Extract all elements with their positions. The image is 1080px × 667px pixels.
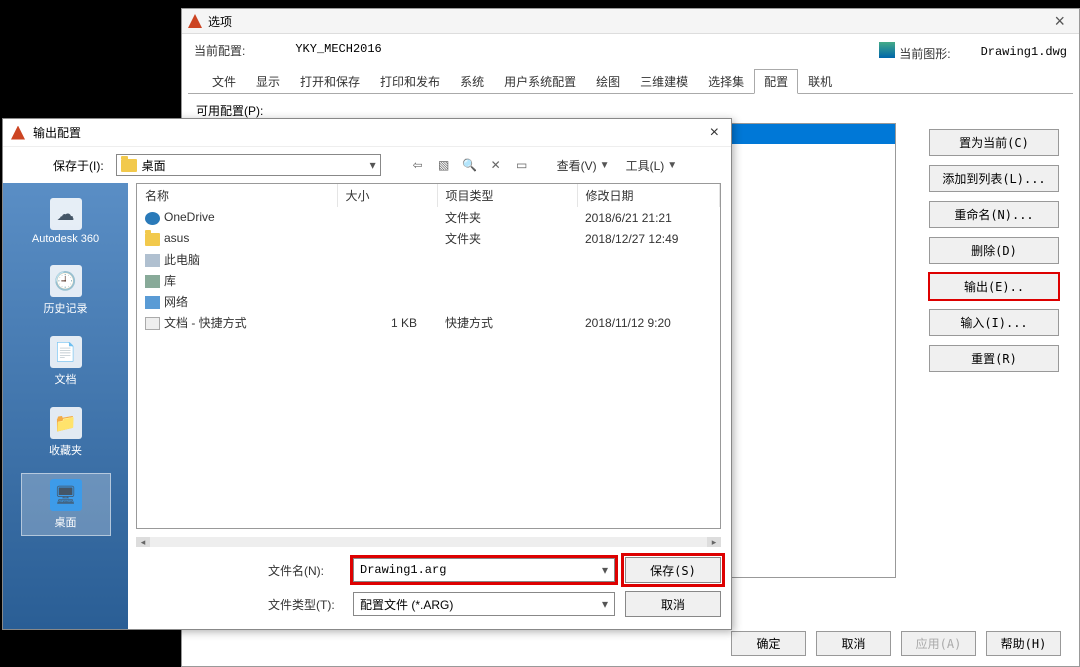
options-footer-buttons: 确定 取消 应用(A) 帮助(H) [731,631,1061,656]
chevron-down-icon: ▾ [602,563,608,577]
sidebar-item-a360[interactable]: ☁Autodesk 360 [21,193,111,250]
sidebar-item-history[interactable]: 🕘历史记录 [21,260,111,321]
export-button[interactable]: 输出(E).. [929,273,1059,300]
tab-system[interactable]: 系统 [450,69,494,94]
autocad-icon [188,14,202,28]
search-web-icon[interactable]: 🔍 [461,156,479,174]
filename-label: 文件名(N): [268,562,343,579]
chevron-down-icon: ▾ [602,597,608,611]
current-drawing-value: Drawing1.dwg [981,45,1067,59]
library-icon [145,275,160,288]
save-title-text: 输出配置 [33,124,81,141]
file-row[interactable]: 此电脑 [137,249,720,270]
current-profile-label: 当前配置: [194,42,245,62]
reset-button[interactable]: 重置(R) [929,345,1059,372]
options-title-text: 选项 [208,13,232,30]
save-in-label: 保存于(I): [53,157,104,174]
new-folder-icon[interactable]: ▭ [513,156,531,174]
horizontal-scrollbar[interactable]: ◂▸ [136,537,721,547]
back-icon[interactable]: ⇦ [409,156,427,174]
filename-input[interactable]: Drawing1.arg ▾ [353,558,615,582]
tab-selection[interactable]: 选择集 [698,69,754,94]
folder-icon [121,159,137,172]
tab-online[interactable]: 联机 [798,69,842,94]
save-button[interactable]: 保存(S) [625,557,721,583]
options-tabs: 文件 显示 打开和保存 打印和发布 系统 用户系统配置 绘图 三维建模 选择集 … [188,66,1073,94]
file-row[interactable]: asus文件夹2018/12/27 12:49 [137,228,720,249]
close-icon[interactable]: × [706,124,723,142]
import-button[interactable]: 输入(I)... [929,309,1059,336]
tab-opensave[interactable]: 打开和保存 [290,69,370,94]
network-icon [145,296,160,309]
tab-3dmodel[interactable]: 三维建模 [630,69,698,94]
rename-button[interactable]: 重命名(N)... [929,201,1059,228]
available-profiles-label: 可用配置(P): [196,102,1065,119]
save-toolbar: 保存于(I): 桌面 ▾ ⇦ ▧ 🔍 ✕ ▭ 查看(V)▼ 工具(L)▼ [3,147,731,183]
cancel-button[interactable]: 取消 [816,631,891,656]
places-bar: ☁Autodesk 360 🕘历史记录 📄文档 📁收藏夹 🖥桌面 [3,183,128,629]
delete-button[interactable]: 删除(D) [929,237,1059,264]
up-icon[interactable]: ▧ [435,156,453,174]
tab-file[interactable]: 文件 [202,69,246,94]
dwg-icon [879,42,895,58]
chevron-down-icon: ▾ [370,158,376,172]
profile-side-buttons: 置为当前(C) 添加到列表(L)... 重命名(N)... 删除(D) 输出(E… [929,129,1059,372]
pc-icon [145,254,160,267]
filetype-combo[interactable]: 配置文件 (*.ARG) ▾ [353,592,615,616]
shortcut-icon [145,317,160,330]
col-name[interactable]: 名称 [137,184,337,207]
file-row[interactable]: 网络 [137,291,720,312]
file-list[interactable]: 名称 大小 项目类型 修改日期 OneDrive文件夹2018/6/21 21:… [136,183,721,529]
save-titlebar[interactable]: 输出配置 × [3,119,731,147]
ok-button[interactable]: 确定 [731,631,806,656]
options-titlebar[interactable]: 选项 × [182,9,1079,34]
col-type[interactable]: 项目类型 [437,184,577,207]
tools-menu-button[interactable]: 工具(L)▼ [622,155,682,176]
autocad-icon [11,126,25,140]
file-row[interactable]: OneDrive文件夹2018/6/21 21:21 [137,207,720,228]
filetype-label: 文件类型(T): [268,596,343,613]
file-row[interactable]: 库 [137,270,720,291]
add-to-list-button[interactable]: 添加到列表(L)... [929,165,1059,192]
tab-drafting[interactable]: 绘图 [586,69,630,94]
tab-plot[interactable]: 打印和发布 [370,69,450,94]
sidebar-item-desktop[interactable]: 🖥桌面 [21,473,111,536]
view-menu-button[interactable]: 查看(V)▼ [553,155,614,176]
folder-icon [145,233,160,246]
delete-icon[interactable]: ✕ [487,156,505,174]
save-in-value: 桌面 [142,157,166,174]
file-row[interactable]: 文档 - 快捷方式1 KB快捷方式2018/11/12 9:20 [137,312,720,333]
sidebar-item-documents[interactable]: 📄文档 [21,331,111,392]
tab-userpref[interactable]: 用户系统配置 [494,69,586,94]
set-current-button[interactable]: 置为当前(C) [929,129,1059,156]
current-profile-value: YKY_MECH2016 [295,42,381,62]
export-profile-dialog: 输出配置 × 保存于(I): 桌面 ▾ ⇦ ▧ 🔍 ✕ ▭ 查看(V)▼ 工具(… [2,118,732,630]
col-date[interactable]: 修改日期 [577,184,720,207]
cloud-icon [145,212,160,225]
save-in-combo[interactable]: 桌面 ▾ [116,154,381,176]
apply-button[interactable]: 应用(A) [901,631,976,656]
tab-profile[interactable]: 配置 [754,69,798,94]
col-size[interactable]: 大小 [337,184,437,207]
help-button[interactable]: 帮助(H) [986,631,1061,656]
cancel-button[interactable]: 取消 [625,591,721,617]
options-info-row: 当前配置: YKY_MECH2016 当前图形: Drawing1.dwg [182,34,1079,66]
sidebar-item-favorites[interactable]: 📁收藏夹 [21,402,111,463]
tab-display[interactable]: 显示 [246,69,290,94]
close-icon[interactable]: × [1046,11,1073,32]
current-drawing-label: 当前图形: [899,47,950,61]
